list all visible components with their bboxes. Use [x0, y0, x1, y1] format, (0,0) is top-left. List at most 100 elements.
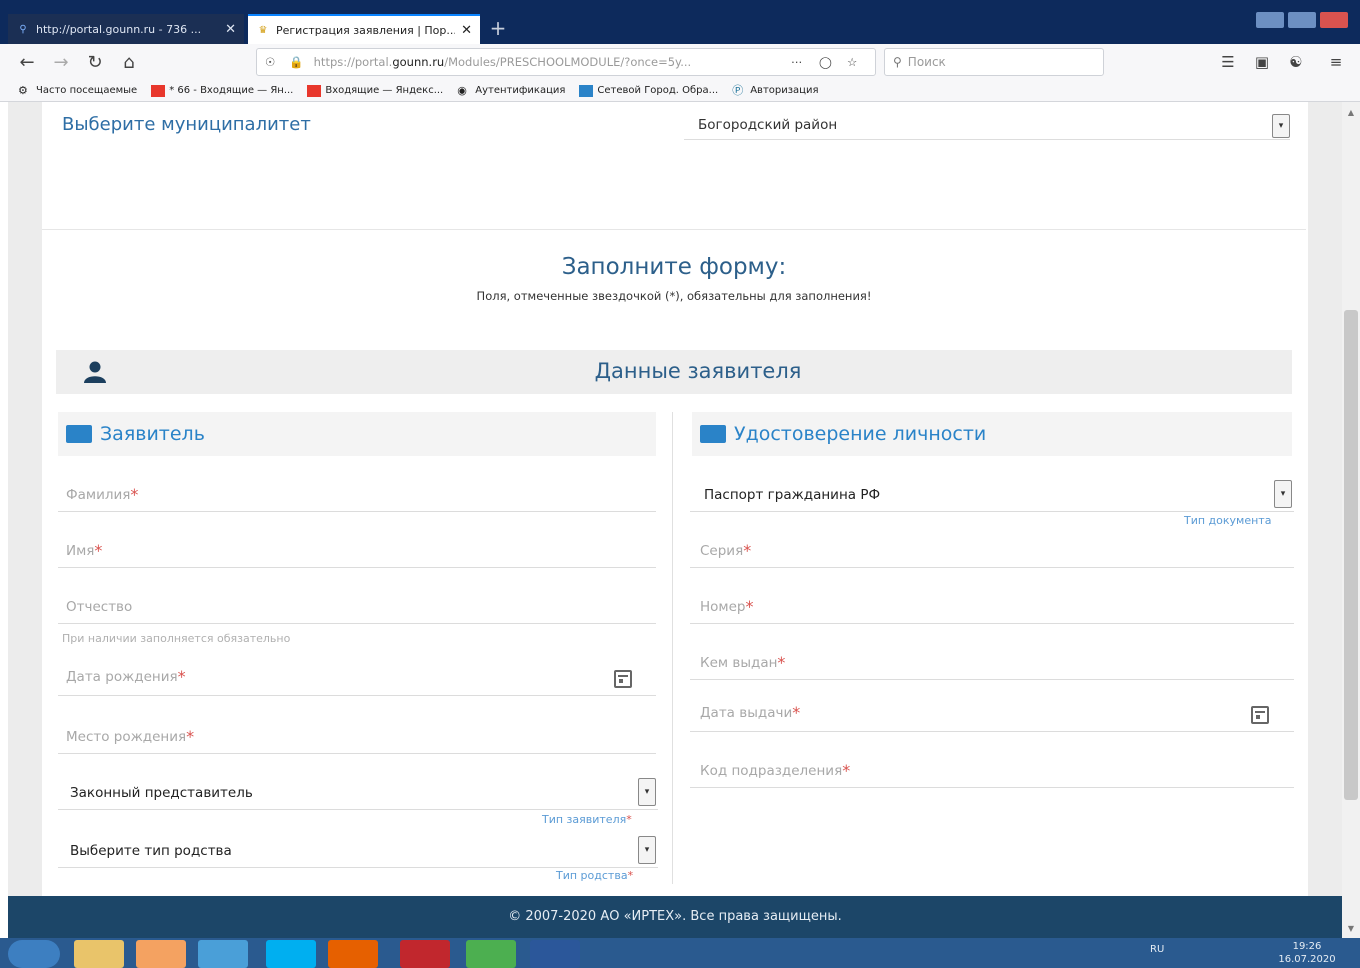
close-icon[interactable]: ✕ [461, 23, 472, 38]
relation-select[interactable]: Выберите тип родства ▾ [58, 834, 658, 868]
tab-title: Регистрация заявления | Пор... [276, 23, 456, 37]
tab-title: http://portal.gounn.ru - 736 ... [36, 22, 202, 36]
name-field[interactable]: Имя * [58, 534, 656, 568]
reload-button[interactable]: ↻ [84, 52, 106, 74]
form-title: Заполните форму: [561, 254, 787, 280]
browser-tab[interactable]: ⚲ http://portal.gounn.ru - 736 ... ✕ [8, 14, 244, 44]
birth-place-placeholder: Место рождения [66, 728, 187, 745]
clock-time: 19:26 [1292, 941, 1322, 952]
media-player-app-icon[interactable] [136, 940, 186, 968]
calendar-icon[interactable] [1251, 706, 1269, 724]
identity-heading: Удостоверение личности [692, 412, 1292, 456]
chevron-down-icon[interactable]: ▾ [1274, 480, 1292, 508]
close-window-button[interactable] [1320, 12, 1348, 28]
forward-button[interactable]: → [50, 52, 72, 74]
applicant-type-hint: Тип заявителя* [542, 813, 632, 826]
maximize-button[interactable] [1288, 12, 1316, 28]
minimize-button[interactable] [1256, 12, 1284, 28]
pocket-icon[interactable]: ◯ [819, 55, 832, 69]
url-prefix: https://portal. [313, 55, 393, 69]
section-title: Данные заявителя [594, 359, 802, 383]
sidebar-icon[interactable]: ▣ [1252, 52, 1272, 72]
new-tab-button[interactable]: + [486, 16, 510, 40]
ie-app-icon[interactable] [198, 940, 248, 968]
chevron-down-icon[interactable]: ▾ [638, 778, 656, 806]
shield-icon: ☉ [265, 55, 276, 69]
menu-icon[interactable]: ≡ [1326, 52, 1346, 72]
search-input[interactable]: ⚲ Поиск [884, 48, 1104, 76]
patronymic-field[interactable]: Отчество [58, 590, 656, 624]
scrollbar-thumb[interactable] [1344, 310, 1358, 800]
municipality-label: Выберите муниципалитет [62, 114, 311, 135]
divider [42, 229, 1306, 230]
bookmark-item[interactable]: * 66 - Входящие — Ян... [151, 84, 293, 97]
issue-date-field[interactable]: Дата выдачи * [690, 694, 1294, 732]
start-button[interactable] [8, 940, 60, 968]
birth-date-field[interactable]: Дата рождения * [58, 658, 656, 696]
acrobat-app-icon[interactable] [400, 940, 450, 968]
gear-icon: ⚙ [18, 83, 28, 97]
document-type-select[interactable]: Паспорт гражданина РФ ▾ [690, 478, 1294, 512]
calendar-icon[interactable] [614, 670, 632, 688]
more-icon[interactable]: ⋯ [791, 55, 803, 69]
document-type-hint: Тип документа [1184, 514, 1272, 527]
division-code-field[interactable]: Код подразделения * [690, 754, 1294, 788]
bookmark-item[interactable]: ◉ Аутентификация [457, 84, 565, 97]
emblem-icon: ♛ [258, 24, 268, 36]
page-footer: © 2007-2020 АО «ИРТЕХ». Все права защище… [8, 896, 1342, 938]
chart-icon [579, 84, 594, 97]
required-mark: * [130, 485, 139, 504]
skype-app-icon[interactable] [266, 940, 316, 968]
clock-date: 16.07.2020 [1278, 954, 1336, 965]
mail-icon [151, 84, 166, 97]
scroll-up-arrow[interactable]: ▲ [1346, 108, 1356, 117]
language-indicator[interactable]: RU [1150, 944, 1164, 955]
column-separator [672, 412, 673, 884]
bookmark-item[interactable]: ⚙ Часто посещаемые [18, 83, 137, 97]
extension-icon[interactable]: ☯ [1286, 52, 1306, 72]
explorer-app-icon[interactable] [74, 940, 124, 968]
required-mark: * [842, 761, 851, 780]
chevron-down-icon[interactable]: ▾ [638, 836, 656, 864]
home-button[interactable]: ⌂ [118, 52, 140, 74]
birth-place-field[interactable]: Место рождения * [58, 720, 656, 754]
bookmark-item[interactable]: Входящие — Яндекс... [307, 84, 443, 97]
system-clock[interactable]: 19:26 16.07.2020 [1272, 940, 1342, 966]
applicant-type-select[interactable]: Законный представитель ▾ [58, 776, 658, 810]
word-app-icon[interactable] [530, 940, 580, 968]
search-placeholder: Поиск [907, 55, 946, 69]
series-field[interactable]: Серия * [690, 534, 1294, 568]
close-icon[interactable]: ✕ [225, 22, 236, 37]
series-placeholder: Серия [700, 542, 744, 559]
required-mark: * [94, 541, 103, 560]
chevron-down-icon[interactable]: ▾ [1272, 114, 1290, 138]
birth-date-placeholder: Дата рождения [66, 668, 178, 685]
issued-by-field[interactable]: Кем выдан * [690, 646, 1294, 680]
browser-tab-active[interactable]: ♛ Регистрация заявления | Пор... ✕ [248, 14, 480, 44]
library-icon[interactable]: ☰ [1218, 52, 1238, 72]
required-mark: * [186, 727, 195, 746]
relation-hint: Тип родства* [556, 869, 634, 882]
applicant-type-value: Законный представитель [70, 784, 253, 801]
required-mark: * [745, 597, 754, 616]
mail-icon [307, 84, 322, 97]
patronymic-note: При наличии заполняется обязательно [62, 632, 291, 645]
surname-field[interactable]: Фамилия * [58, 478, 656, 512]
issued-by-placeholder: Кем выдан [700, 654, 778, 671]
applicant-heading: Заявитель [58, 412, 656, 456]
firefox-app-icon[interactable] [328, 940, 378, 968]
name-placeholder: Имя [66, 542, 95, 559]
bookmark-item[interactable]: Сетевой Город. Обра... [579, 84, 718, 97]
back-button[interactable]: ← [16, 52, 38, 74]
number-field[interactable]: Номер * [690, 590, 1294, 624]
applicant-heading-label: Заявитель [100, 423, 205, 445]
required-mark: * [743, 541, 752, 560]
chrome-app-icon[interactable] [466, 940, 516, 968]
number-placeholder: Номер [700, 598, 746, 615]
municipality-select[interactable]: Богородский район ▾ [684, 110, 1290, 140]
scroll-down-arrow[interactable]: ▼ [1346, 924, 1356, 933]
lock-icon: 🔒 [289, 55, 304, 69]
bookmark-item[interactable]: Ⓟ Авторизация [732, 84, 818, 97]
url-bar[interactable]: ☉ 🔒 https://portal. gounn.ru /Modules/PR… [256, 48, 876, 76]
star-icon[interactable]: ☆ [847, 55, 857, 69]
